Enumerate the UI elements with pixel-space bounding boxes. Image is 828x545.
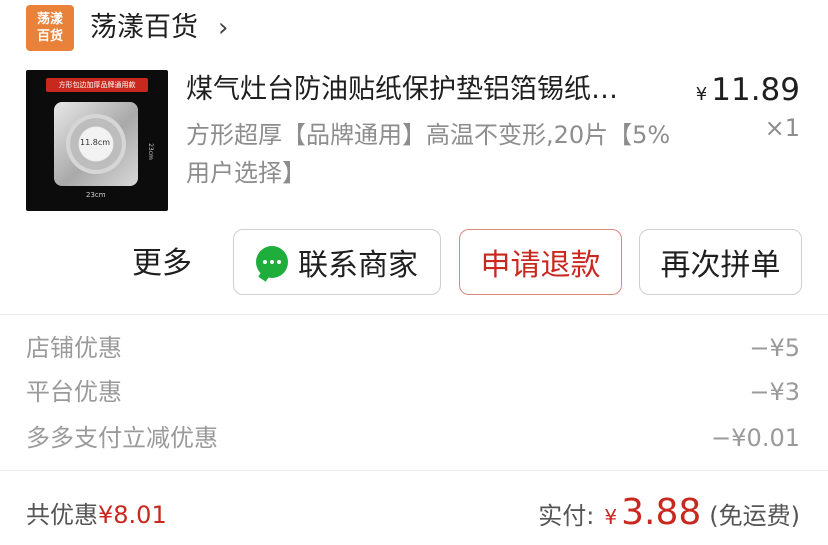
divider [0, 470, 828, 471]
discount-label-store: 店铺优惠 [26, 334, 122, 362]
contact-merchant-button[interactable]: 联系商家 [233, 229, 441, 295]
product-title[interactable]: 煤气灶台防油贴纸保护垫铝箔锡纸… [186, 70, 676, 110]
discount-value-payment: −¥0.01 [711, 424, 800, 452]
product-price: ¥11.89 [696, 72, 800, 113]
paid-label: 实付: [538, 502, 595, 530]
discount-label-payment: 多多支付立减优惠 [26, 424, 218, 452]
divider [0, 314, 828, 315]
thumbnail-banner: 方形包边加厚品牌通用款 [46, 78, 148, 92]
product-quantity: ×1 [764, 114, 800, 142]
paid-amount: 3.88 [621, 492, 702, 533]
thumbnail-bottom-label: 23cm [86, 191, 106, 199]
discount-label-platform: 平台优惠 [26, 378, 122, 406]
discount-value-store: −¥5 [749, 334, 800, 362]
thumbnail-side-label: 23cm [146, 143, 154, 160]
paid-currency: ¥ [604, 505, 618, 529]
reorder-label: 再次拼单 [660, 248, 781, 283]
more-button[interactable]: 更多 [132, 244, 192, 284]
total-discount: 共优惠¥8.01 [26, 498, 167, 532]
store-logo-line2: 百货 [36, 29, 63, 44]
chevron-right-icon[interactable]: › [218, 12, 228, 44]
contact-merchant-label: 联系商家 [298, 248, 418, 283]
free-shipping-note: (免运费) [709, 502, 800, 530]
store-logo[interactable]: 荡漾 百货 [26, 5, 74, 51]
thumbnail-size-label: 11.8cm [80, 138, 111, 147]
store-logo-line1: 荡漾 [36, 12, 63, 27]
product-thumbnail[interactable]: 方形包边加厚品牌通用款 11.8cm 23cm 23cm [26, 70, 168, 211]
amount-paid: 实付: ¥ 3.88 (免运费) [538, 492, 800, 533]
store-name-link[interactable]: 荡漾百货 [90, 10, 198, 46]
request-refund-label: 申请退款 [480, 248, 601, 283]
discount-value-platform: −¥3 [749, 378, 800, 406]
product-spec: 方形超厚【品牌通用】高温不变形,20片【5%用户选择】 [186, 121, 671, 187]
total-discount-value: ¥8.01 [98, 501, 167, 529]
total-discount-label: 共优惠 [26, 501, 98, 529]
request-refund-button[interactable]: 申请退款 [459, 229, 622, 295]
price-currency: ¥ [695, 84, 708, 105]
price-value: 11.89 [711, 72, 800, 108]
chat-bubble-icon [256, 246, 288, 278]
reorder-button[interactable]: 再次拼单 [639, 229, 802, 295]
